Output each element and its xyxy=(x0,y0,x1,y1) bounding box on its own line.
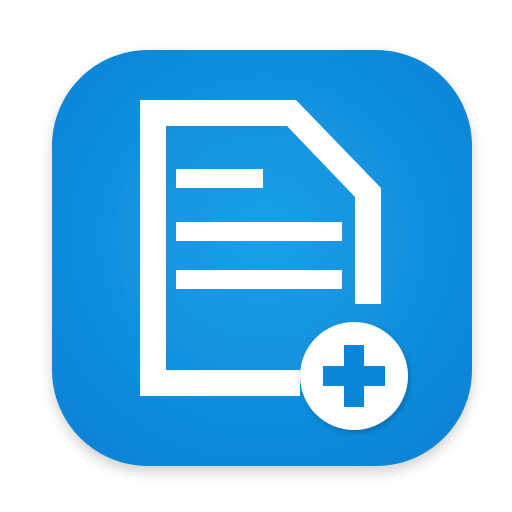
new-document-app-icon[interactable] xyxy=(0,0,512,512)
document-line-1 xyxy=(176,169,263,188)
document-line-3 xyxy=(176,270,342,289)
icon-stage xyxy=(0,0,512,512)
document-line-2 xyxy=(176,222,342,241)
